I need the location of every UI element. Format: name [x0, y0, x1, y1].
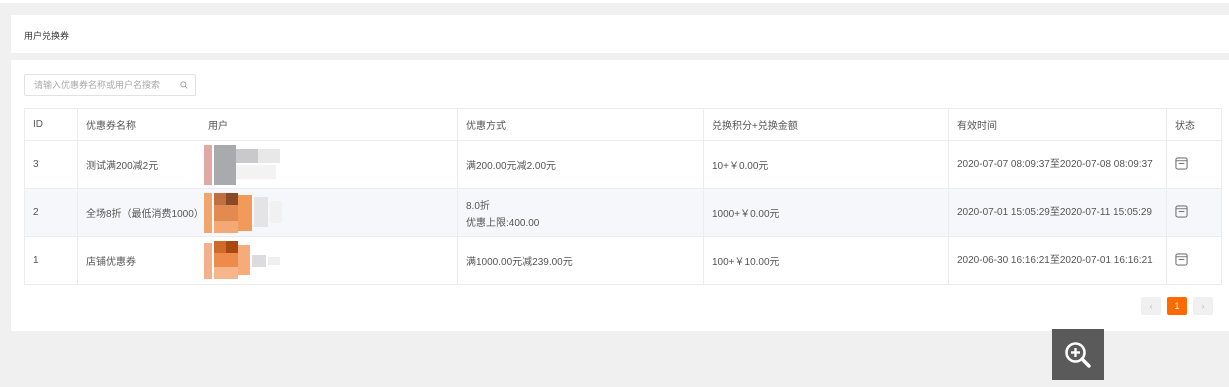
top-strip — [0, 0, 1229, 3]
page-button-current[interactable]: 1 — [1167, 297, 1187, 315]
table-row: 2 全场8折（最低消费1000） 8.0折 优惠上限:400.00 1000+￥… — [24, 188, 1222, 237]
search-input[interactable] — [25, 75, 165, 95]
pagination: ‹ 1 › — [1141, 297, 1213, 315]
discount-line: 满200.00元减2.00元 — [466, 161, 557, 172]
cell-valid: 2020-07-07 08:09:37至2020-07-08 08:09:37 — [948, 140, 1167, 189]
minus-square-icon[interactable] — [1175, 252, 1188, 266]
zoom-in-icon — [1065, 341, 1091, 368]
cell-discount: 满1000.00元减239.00元 — [457, 236, 704, 285]
main-panel: ID 优惠券名称 用户 优惠方式 兑换积分+兑换金额 有效时间 状态 3 测试满… — [11, 60, 1229, 331]
col-header-id: ID — [24, 108, 78, 141]
discount-limit: 优惠上限:400.00 — [466, 217, 540, 229]
coupon-name: 店铺优惠券 — [86, 257, 136, 268]
coupon-table: ID 优惠券名称 用户 优惠方式 兑换积分+兑换金额 有效时间 状态 3 测试满… — [24, 108, 1222, 285]
zoom-button[interactable] — [1052, 329, 1104, 380]
col-header-valid: 有效时间 — [948, 108, 1167, 141]
cell-valid: 2020-07-01 15:05:29至2020-07-11 15:05:29 — [948, 188, 1167, 237]
col-header-name-label: 优惠券名称 — [86, 121, 136, 132]
col-header-user: 用户 — [208, 121, 228, 132]
minus-square-icon[interactable] — [1175, 204, 1188, 218]
col-header-points: 兑换积分+兑换金额 — [703, 108, 949, 141]
discount-line: 8.0折 — [466, 200, 490, 212]
cell-status — [1166, 236, 1222, 285]
table-header-row: ID 优惠券名称 用户 优惠方式 兑换积分+兑换金额 有效时间 状态 — [24, 108, 1222, 141]
page-header: 用户兑换券 — [11, 15, 1229, 53]
table-row: 3 测试满200减2元 满200.00元减2.00元 10+￥0.00元 202… — [24, 140, 1222, 189]
cell-points: 10+￥0.00元 — [703, 140, 949, 189]
cell-points: 100+￥10.00元 — [703, 236, 949, 285]
coupon-name: 全场8折（最低消费1000） — [86, 209, 204, 220]
discount-line: 满1000.00元减239.00元 — [466, 257, 573, 268]
page-title: 用户兑换券 — [24, 31, 70, 41]
col-header-discount: 优惠方式 — [457, 108, 704, 141]
minus-square-icon[interactable] — [1175, 156, 1188, 170]
user-avatar-blurred — [204, 145, 284, 185]
user-avatar-blurred — [204, 241, 284, 281]
cell-discount: 满200.00元减2.00元 — [457, 140, 704, 189]
cell-points: 1000+￥0.00元 — [703, 188, 949, 237]
cell-name: 测试满200减2元 — [77, 140, 458, 189]
col-header-status: 状态 — [1166, 108, 1222, 141]
cell-id: 3 — [24, 140, 78, 189]
cell-discount: 8.0折 优惠上限:400.00 — [457, 188, 704, 237]
cell-name: 店铺优惠券 — [77, 236, 458, 285]
next-page-button[interactable]: › — [1193, 297, 1213, 315]
table-row: 1 店铺优惠券 满1000.00元减239.00元 100+￥10.00元 20… — [24, 236, 1222, 285]
cell-valid: 2020-06-30 16:16:21至2020-07-01 16:16:21 — [948, 236, 1167, 285]
cell-status — [1166, 188, 1222, 237]
cell-id: 2 — [24, 188, 78, 237]
coupon-name: 测试满200减2元 — [86, 161, 159, 172]
cell-name: 全场8折（最低消费1000） — [77, 188, 458, 237]
search-icon[interactable] — [180, 81, 188, 89]
prev-page-button[interactable]: ‹ — [1141, 297, 1161, 315]
col-header-name: 优惠券名称 用户 — [77, 108, 458, 141]
cell-id: 1 — [24, 236, 78, 285]
search-box[interactable] — [24, 74, 196, 96]
cell-status — [1166, 140, 1222, 189]
user-avatar-blurred — [204, 193, 284, 233]
